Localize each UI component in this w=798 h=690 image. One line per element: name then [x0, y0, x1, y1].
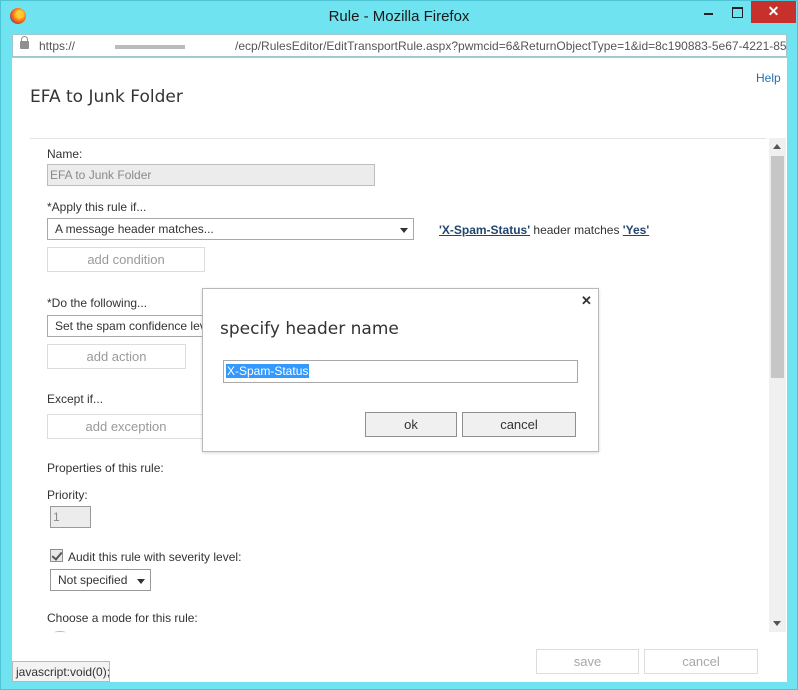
dialog-cancel-button[interactable]: cancel — [462, 412, 576, 437]
header-name-input[interactable]: X-Spam-Status — [223, 360, 578, 383]
save-button[interactable]: save — [536, 649, 639, 674]
mode-label: Choose a mode for this rule: — [47, 611, 198, 625]
apply-rule-label: *Apply this rule if... — [47, 200, 147, 214]
vertical-scrollbar[interactable] — [769, 138, 786, 632]
priority-field[interactable]: 1 — [50, 506, 91, 528]
audit-label: Audit this rule with severity level: — [68, 550, 242, 564]
rule-editor-page: Help EFA to Junk Folder Name: EFA to Jun… — [12, 58, 787, 682]
scroll-down-arrow-icon[interactable] — [773, 621, 781, 626]
header-value-link[interactable]: 'Yes' — [623, 223, 649, 237]
audit-checkbox[interactable] — [50, 549, 63, 562]
header-name-link[interactable]: 'X-Spam-Status' — [439, 223, 530, 237]
add-action-button[interactable]: add action — [47, 344, 186, 369]
header-divider — [30, 138, 766, 139]
page-title: EFA to Junk Folder — [30, 87, 183, 107]
maximize-button[interactable] — [723, 1, 751, 23]
url-text: https:// /ecp/RulesEditor/EditTransportRu… — [39, 39, 787, 53]
window-close-button[interactable]: ✕ — [751, 1, 796, 23]
condition-middle-text: header matches — [530, 223, 623, 237]
lock-icon — [20, 36, 29, 49]
priority-label: Priority: — [47, 488, 88, 502]
add-condition-button[interactable]: add condition — [47, 247, 205, 272]
except-if-label: Except if... — [47, 392, 104, 406]
condition-dropdown-value: A message header matches... — [55, 222, 214, 236]
severity-dropdown[interactable]: Not specified — [50, 569, 151, 591]
close-icon[interactable]: ✕ — [581, 293, 592, 309]
url-redacted-host — [75, 41, 236, 52]
action-dropdown-value: Set the spam confidence lev — [55, 319, 206, 333]
chevron-down-icon — [400, 228, 408, 233]
status-bar: javascript:void(0); — [12, 661, 110, 682]
address-bar[interactable]: https:// /ecp/RulesEditor/EditTransportRu… — [12, 34, 787, 57]
do-following-label: *Do the following... — [47, 296, 148, 310]
severity-dropdown-value: Not specified — [58, 573, 128, 587]
chevron-down-icon — [137, 579, 145, 584]
dialog-title: specify header name — [220, 319, 399, 339]
condition-description: 'X-Spam-Status' header matches 'Yes' — [439, 223, 649, 237]
url-path: /ecp/RulesEditor/EditTransportRule.aspx?… — [235, 39, 787, 53]
minimize-button[interactable] — [693, 1, 723, 23]
window-title: Rule - Mozilla Firefox — [328, 8, 470, 25]
scroll-thumb[interactable] — [771, 156, 784, 378]
firefox-window: Rule - Mozilla Firefox ✕ https:// /ecp/Ru… — [0, 0, 798, 690]
mode-radio-partial[interactable] — [54, 631, 66, 634]
cancel-button[interactable]: cancel — [644, 649, 758, 674]
specify-header-dialog: ✕ specify header name X-Spam-Status ok c… — [202, 288, 599, 452]
scroll-up-arrow-icon[interactable] — [773, 144, 781, 149]
condition-dropdown[interactable]: A message header matches... — [47, 218, 414, 240]
url-prefix: https:// — [39, 39, 76, 53]
help-link[interactable]: Help — [756, 71, 781, 85]
name-label: Name: — [47, 147, 83, 161]
title-bar: Rule - Mozilla Firefox ✕ — [1, 1, 797, 33]
action-dropdown[interactable]: Set the spam confidence lev — [47, 315, 217, 337]
properties-label: Properties of this rule: — [47, 461, 164, 475]
name-field[interactable]: EFA to Junk Folder — [47, 164, 375, 186]
ok-button[interactable]: ok — [365, 412, 457, 437]
add-exception-button[interactable]: add exception — [47, 414, 205, 439]
header-name-input-value: X-Spam-Status — [226, 364, 310, 378]
